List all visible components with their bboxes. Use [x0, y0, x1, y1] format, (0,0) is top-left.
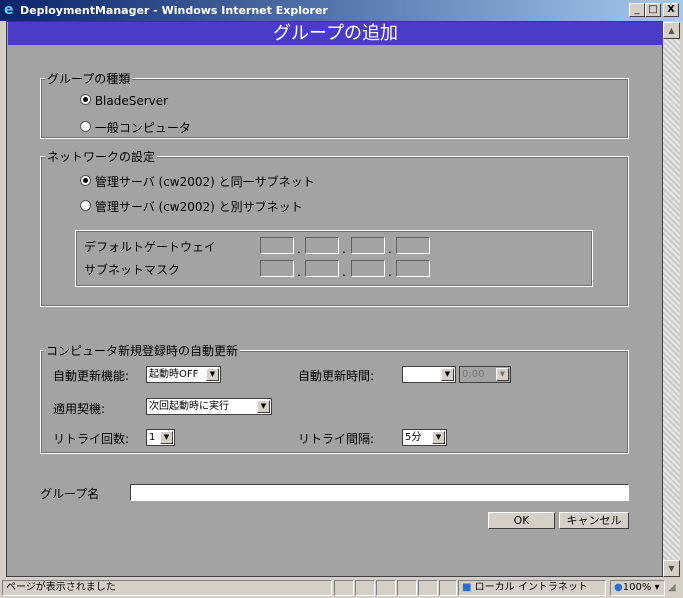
auto-update-function-label: 自動更新機能:: [53, 369, 130, 383]
dot: .: [388, 242, 392, 256]
magnifier-icon: ●: [614, 582, 623, 593]
select-value: 0:00: [462, 369, 485, 380]
resize-grip-icon[interactable]: ◢: [668, 582, 676, 593]
radio-icon[interactable]: [80, 94, 91, 105]
retry-count-select[interactable]: 1 ▼: [146, 429, 175, 446]
gateway-octet-1[interactable]: [260, 237, 294, 254]
status-cell: [376, 580, 396, 596]
maximize-button[interactable]: □: [645, 3, 661, 17]
vertical-scrollbar[interactable]: ▲ ▼: [663, 22, 680, 577]
auto-update-legend: コンピュータ新規登録時の自動更新: [44, 342, 241, 359]
chevron-down-icon[interactable]: ▼: [496, 368, 509, 381]
page-title: グループの追加: [8, 22, 663, 45]
chevron-down-icon[interactable]: ▼: [432, 431, 445, 444]
radio-icon[interactable]: [80, 200, 91, 211]
trigger-select[interactable]: 次回起動時に実行 ▼: [146, 398, 272, 415]
zoom-level: 100%: [622, 582, 652, 593]
status-cell: [439, 580, 457, 596]
select-value: 起動時OFF: [149, 369, 199, 380]
status-text: ページが表示されました: [2, 580, 332, 596]
dot: .: [297, 242, 301, 256]
zoom-control[interactable]: ●100% ▾: [610, 580, 665, 596]
zone-label: ローカル イントラネット: [474, 582, 588, 593]
auto-update-time-label: 自動更新時間:: [298, 369, 375, 383]
security-zone[interactable]: ■ ローカル イントラネット: [458, 580, 606, 596]
chevron-down-icon[interactable]: ▼: [206, 368, 219, 381]
auto-update-time-select[interactable]: 0:00 ▼: [459, 366, 511, 383]
gateway-octet-2[interactable]: [305, 237, 339, 254]
select-value: 1: [149, 432, 156, 443]
retry-count-label: リトライ回数:: [53, 432, 130, 446]
gateway-octet-4[interactable]: [396, 237, 430, 254]
radio-same-subnet[interactable]: 管理サーバ (cw2002) と同一サブネット: [80, 173, 315, 190]
network-legend: ネットワークの設定: [45, 148, 158, 165]
radio-label: 管理サーバ (cw2002) と同一サブネット: [94, 175, 315, 189]
select-value: 5分: [405, 432, 422, 443]
intranet-icon: ■: [462, 582, 472, 593]
radio-other-subnet[interactable]: 管理サーバ (cw2002) と別サブネット: [80, 198, 303, 215]
retry-interval-select[interactable]: 5分 ▼: [402, 429, 447, 446]
auto-update-day-select[interactable]: ▼: [402, 366, 456, 383]
radio-bladeserver[interactable]: BladeServer: [80, 94, 168, 108]
subnet-octet-2[interactable]: [305, 260, 339, 277]
chevron-down-icon[interactable]: ▼: [257, 400, 270, 413]
chevron-down-icon[interactable]: ▼: [441, 368, 454, 381]
radio-icon[interactable]: [80, 121, 91, 132]
dot: .: [342, 265, 346, 279]
status-cell: [418, 580, 438, 596]
status-cell: [355, 580, 375, 596]
scroll-up-button[interactable]: ▲: [663, 22, 680, 39]
window-title-bar: e DeploymentManager - Windows Internet E…: [0, 0, 683, 21]
status-cell: [334, 580, 354, 596]
chevron-down-icon[interactable]: ▼: [160, 431, 173, 444]
select-value: 次回起動時に実行: [149, 401, 229, 412]
radio-label: 一般コンピュータ: [94, 121, 191, 135]
ie-icon: e: [4, 2, 14, 18]
auto-update-function-select[interactable]: 起動時OFF ▼: [146, 366, 221, 383]
scroll-down-button[interactable]: ▼: [663, 560, 680, 577]
default-gateway-label: デフォルトゲートウェイ: [84, 240, 217, 254]
cancel-button[interactable]: キャンセル: [559, 512, 629, 529]
trigger-label: 適用契機:: [53, 402, 106, 416]
close-button[interactable]: X: [663, 3, 679, 17]
status-bar: ページが表示されました ■ ローカル イントラネット ●100% ▾ ◢: [0, 578, 683, 598]
radio-general-computer[interactable]: 一般コンピュータ: [80, 119, 191, 136]
radio-label: BladeServer: [94, 94, 169, 108]
ok-button[interactable]: OK: [488, 512, 555, 529]
dot: .: [342, 242, 346, 256]
minimize-button[interactable]: _: [629, 3, 645, 17]
subnet-octet-3[interactable]: [351, 260, 385, 277]
subnet-octet-1[interactable]: [260, 260, 294, 277]
status-cell: [397, 580, 417, 596]
subnet-mask-label: サブネットマスク: [84, 263, 181, 277]
retry-interval-label: リトライ間隔:: [298, 432, 375, 446]
dot: .: [388, 265, 392, 279]
dot: .: [297, 265, 301, 279]
radio-icon[interactable]: [80, 175, 91, 186]
window-title: DeploymentManager - Windows Internet Exp…: [20, 4, 328, 17]
subnet-octet-4[interactable]: [396, 260, 430, 277]
radio-label: 管理サーバ (cw2002) と別サブネット: [94, 200, 303, 214]
group-type-legend: グループの種類: [45, 70, 133, 87]
group-name-label: グループ名: [40, 487, 100, 501]
gateway-octet-3[interactable]: [351, 237, 385, 254]
group-name-input[interactable]: [130, 484, 629, 501]
